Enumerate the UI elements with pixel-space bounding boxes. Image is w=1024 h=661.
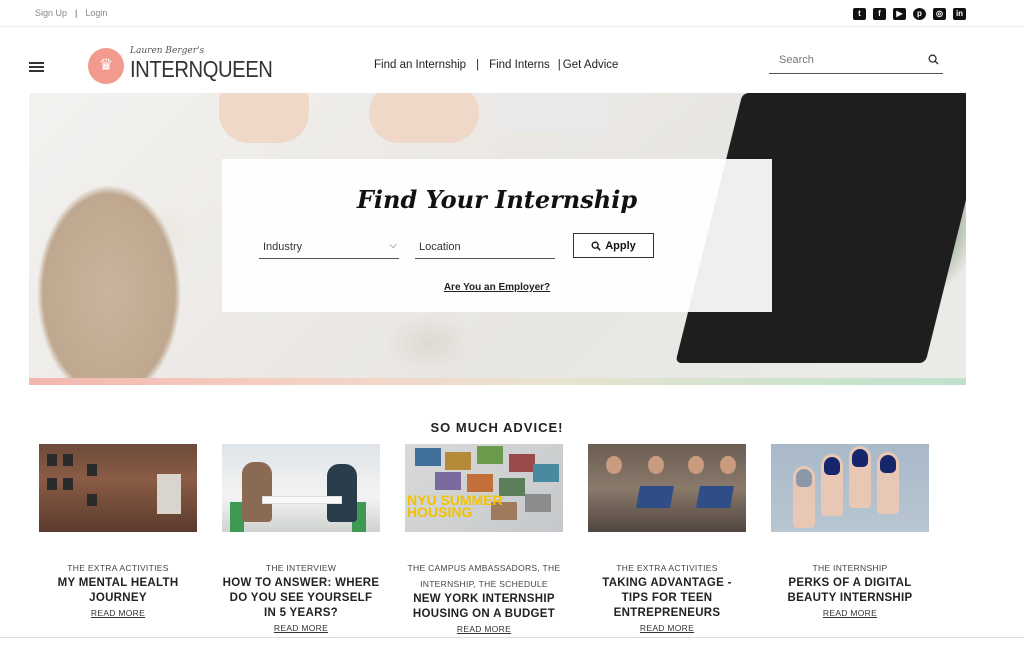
signup-link[interactable]: Sign Up: [35, 8, 67, 18]
article-image[interactable]: [771, 444, 929, 532]
nav-divider: |: [557, 59, 561, 71]
divider: [0, 637, 1024, 638]
linkedin-icon[interactable]: in: [953, 8, 966, 20]
employer-link[interactable]: Are You an Employer?: [222, 282, 772, 293]
article-image[interactable]: NYU SUMMER HOUSING: [405, 444, 563, 532]
apply-label: Apply: [605, 239, 636, 252]
instagram-icon[interactable]: ◎: [933, 8, 946, 20]
image-caption: NYU SUMMER HOUSING: [407, 492, 503, 520]
industry-label: Industry: [263, 241, 303, 253]
article-card[interactable]: THE INTERVIEW HOW TO ANSWER: WHERE DO YO…: [222, 444, 380, 633]
article-card[interactable]: THE EXTRA ACTIVITIES MY MENTAL HEALTH JO…: [39, 444, 197, 618]
crown-icon: ♛: [88, 48, 124, 84]
article-category[interactable]: THE INTERNSHIP: [771, 560, 929, 576]
industry-select[interactable]: Industry ⌵: [259, 239, 399, 259]
facebook-icon[interactable]: f: [873, 8, 886, 20]
pinterest-icon[interactable]: p: [913, 8, 926, 20]
login-link[interactable]: Login: [85, 8, 107, 18]
search-input[interactable]: [769, 50, 909, 66]
logo-wordmark: INTERNQUEEN: [130, 56, 273, 82]
internship-search-box: Find Your Internship Industry ⌵ Location…: [222, 159, 772, 312]
read-more-link[interactable]: READ MORE: [405, 624, 563, 634]
article-headline[interactable]: TAKING ADVANTAGE - TIPS FOR TEEN ENTREPR…: [588, 576, 746, 621]
menu-icon[interactable]: [29, 62, 44, 72]
search-icon: [591, 241, 601, 251]
article-card[interactable]: THE INTERNSHIP PERKS OF A DIGITAL BEAUTY…: [771, 444, 929, 618]
main-nav: Find an Internship | Find Interns | Get …: [374, 59, 618, 71]
nav-find-internship[interactable]: Find an Internship: [374, 59, 466, 71]
article-headline[interactable]: NEW YORK INTERNSHIP HOUSING ON A BUDGET: [405, 592, 563, 622]
apply-button[interactable]: Apply: [573, 233, 654, 258]
article-headline[interactable]: PERKS OF A DIGITAL BEAUTY INTERNSHIP: [771, 576, 929, 606]
article-headline[interactable]: HOW TO ANSWER: WHERE DO YOU SEE YOURSELF…: [222, 576, 380, 621]
read-more-link[interactable]: READ MORE: [588, 623, 746, 633]
logo[interactable]: ♛ Lauren Berger's INTERNQUEEN: [88, 46, 273, 86]
gradient-strip: [29, 378, 966, 385]
article-image[interactable]: [588, 444, 746, 532]
read-more-link[interactable]: READ MORE: [222, 623, 380, 633]
account-links: Sign Up | Login: [35, 8, 107, 18]
hand-image: [369, 93, 479, 143]
chevron-down-icon: ⌵: [389, 240, 397, 251]
top-bar: Sign Up | Login t f ▶ p ◎ in: [0, 0, 1024, 27]
article-headline[interactable]: MY MENTAL HEALTH JOURNEY: [39, 576, 197, 606]
nav-find-interns[interactable]: Find Interns: [489, 59, 550, 71]
keyboard-image: [499, 93, 609, 133]
article-card[interactable]: THE EXTRA ACTIVITIES TAKING ADVANTAGE - …: [588, 444, 746, 633]
read-more-link[interactable]: READ MORE: [39, 608, 197, 618]
search-bar: [769, 50, 943, 74]
youtube-icon[interactable]: ▶: [893, 8, 906, 20]
article-category[interactable]: THE CAMPUS AMBASSADORS, THE INTERNSHIP, …: [405, 560, 563, 592]
location-placeholder: Location: [419, 241, 461, 253]
logo-tagline: Lauren Berger's: [130, 46, 205, 56]
hero-title: Find Your Internship: [356, 185, 638, 214]
divider: |: [75, 8, 78, 18]
nav-divider: |: [476, 59, 480, 71]
location-field[interactable]: Location: [415, 239, 555, 259]
search-icon[interactable]: [928, 54, 939, 65]
article-category[interactable]: THE EXTRA ACTIVITIES: [588, 560, 746, 576]
article-category[interactable]: THE INTERVIEW: [222, 560, 380, 576]
hand-image: [219, 93, 309, 143]
article-category[interactable]: THE EXTRA ACTIVITIES: [39, 560, 197, 576]
article-image[interactable]: [222, 444, 380, 532]
article-card[interactable]: NYU SUMMER HOUSING THE CAMPUS AMBASSADOR…: [405, 444, 563, 634]
social-links: t f ▶ p ◎ in: [853, 8, 966, 20]
twitter-icon[interactable]: t: [853, 8, 866, 20]
read-more-link[interactable]: READ MORE: [771, 608, 929, 618]
nav-get-advice[interactable]: Get Advice: [563, 59, 619, 71]
section-title: SO MUCH ADVICE!: [430, 420, 564, 435]
article-image[interactable]: [39, 444, 197, 532]
